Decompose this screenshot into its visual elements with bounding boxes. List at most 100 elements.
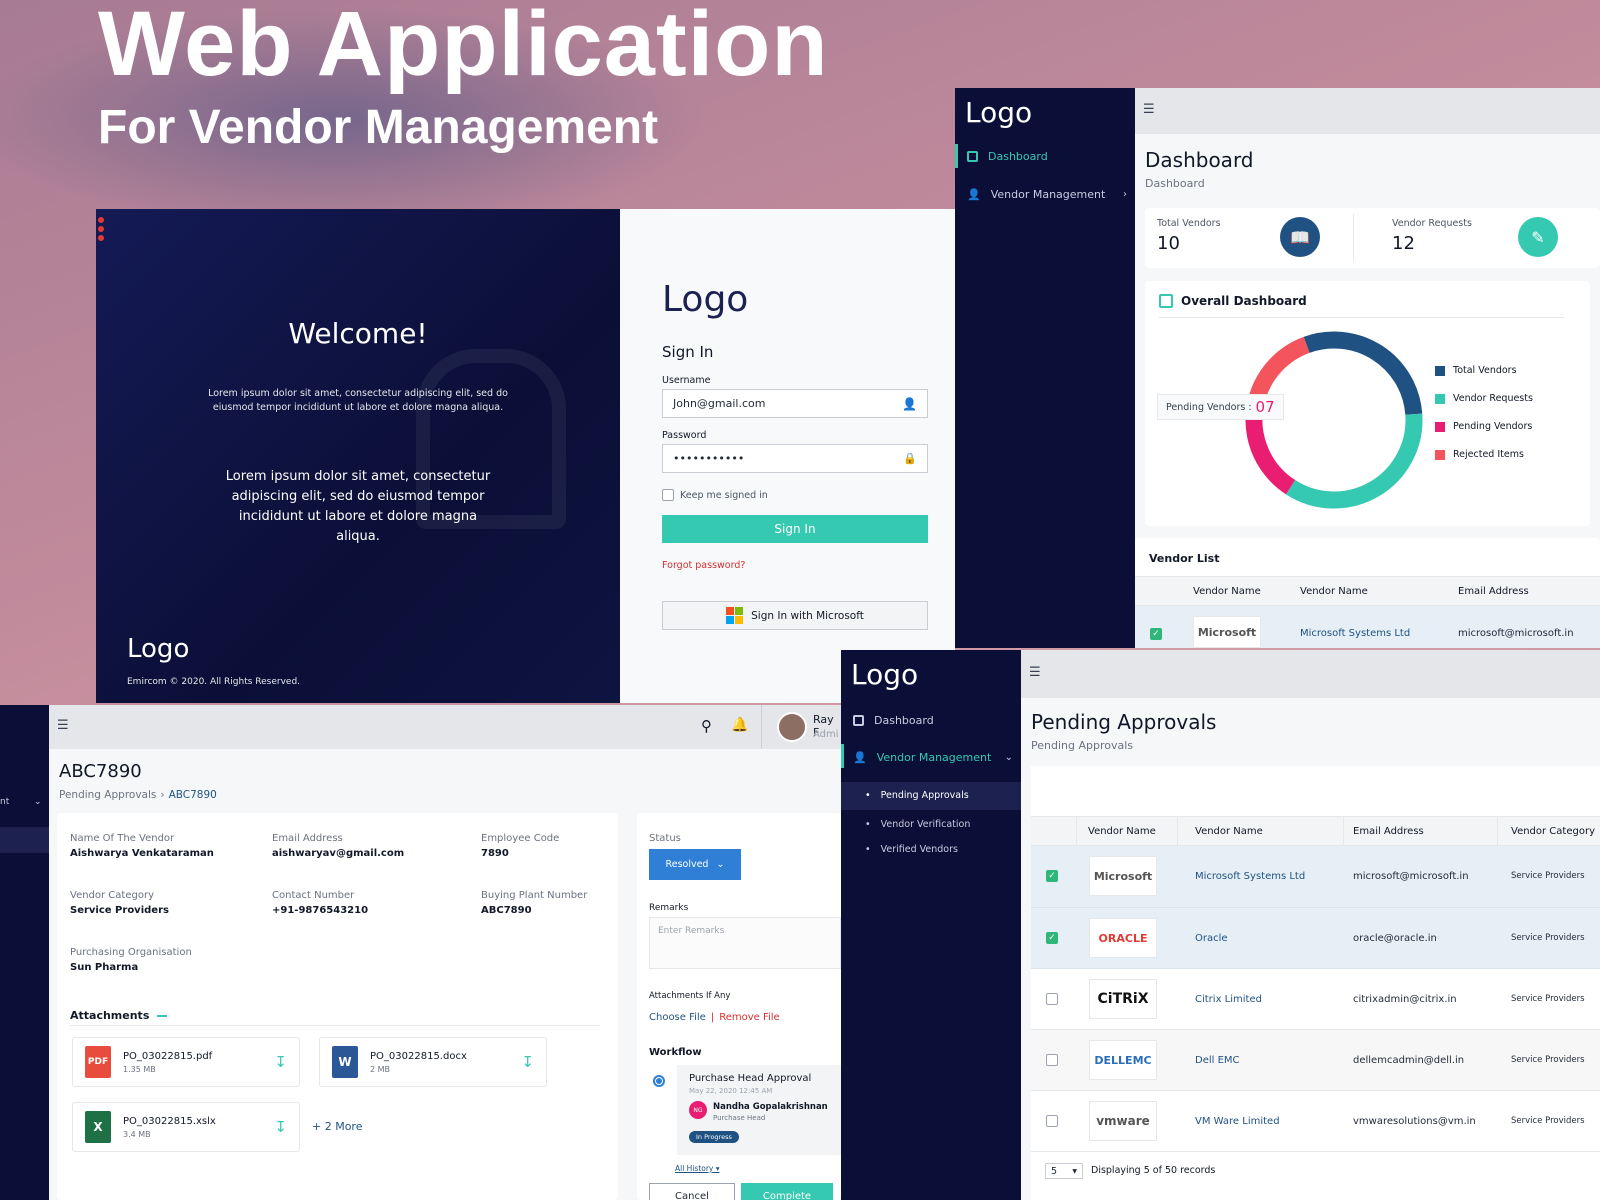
vendor-list-header: Vendor Name Vendor Name Email Address: [1135, 576, 1600, 606]
table-row[interactable]: ✓ ORACLE Oracle oracle@oracle.in Service…: [1031, 908, 1600, 969]
legend-label: Total Vendors: [1453, 365, 1517, 376]
col-divider: [1177, 817, 1178, 847]
field-label: Employee Code: [481, 833, 560, 844]
menu-toggle-icon[interactable]: ☰: [57, 718, 69, 733]
cancel-button[interactable]: Cancel: [649, 1183, 735, 1200]
all-history-link[interactable]: All History ▾: [675, 1164, 720, 1173]
menu-toggle-icon[interactable]: ☰: [1143, 102, 1155, 117]
table-row[interactable]: vmware VM Ware Limited vmwaresolutions@v…: [1031, 1091, 1600, 1152]
dashboard-icon: [853, 715, 864, 726]
row-checkbox[interactable]: ✓: [1046, 932, 1058, 944]
col-email: Email Address: [1458, 586, 1529, 597]
excel-icon: X: [85, 1111, 111, 1143]
row-checkbox[interactable]: [1046, 1115, 1058, 1127]
vendor-email: citrixadmin@citrix.in: [1353, 994, 1457, 1005]
stat-label-total-vendors: Total Vendors: [1157, 218, 1221, 229]
breadcrumb-current: ABC7890: [168, 789, 217, 801]
complete-button[interactable]: Complete: [741, 1183, 833, 1200]
approvals-table-card: Vendor Name Vendor Name Email Address Ve…: [1031, 766, 1600, 1200]
file-size: 2 MB: [370, 1064, 391, 1074]
legend-swatch: [1435, 393, 1445, 404]
download-icon[interactable]: ↧: [521, 1053, 534, 1071]
sidebar-item-vendor-management[interactable]: 👤 Vendor Management ›: [967, 188, 1127, 201]
row-checkbox[interactable]: ✓: [1046, 870, 1058, 882]
vendor-category: Service Providers: [1511, 1116, 1585, 1126]
sidebar-active-row[interactable]: [0, 827, 49, 853]
row-checkbox[interactable]: [1046, 1054, 1058, 1066]
word-icon: W: [332, 1046, 358, 1078]
active-indicator: [955, 144, 958, 168]
search-icon[interactable]: ⚲: [701, 717, 712, 735]
bell-icon[interactable]: 🔔: [731, 717, 748, 733]
download-icon[interactable]: ↧: [274, 1118, 287, 1136]
submenu-pending-approvals[interactable]: • Pending Approvals: [865, 790, 969, 801]
login-logo: Logo: [662, 279, 749, 320]
keep-signed-checkbox[interactable]: [662, 489, 674, 501]
attachment-item[interactable]: W PO_03022815.docx 2 MB ↧: [319, 1037, 547, 1087]
menu-toggle-icon[interactable]: ☰: [1029, 665, 1041, 680]
status-dropdown[interactable]: Resolved ⌄: [649, 849, 741, 880]
attachment-item[interactable]: X PO_03022815.xslx 3.4 MB ↧: [72, 1102, 300, 1152]
active-indicator: [841, 744, 844, 768]
book-icon: 📖: [1280, 217, 1320, 257]
attachments-if-any-label: Attachments If Any: [649, 991, 731, 1001]
table-row[interactable]: CiTRiX Citrix Limited citrixadmin@citrix…: [1031, 969, 1600, 1030]
microsoft-signin-button[interactable]: Sign In with Microsoft: [662, 601, 928, 630]
user-manage-icon: 👤: [853, 751, 867, 764]
vendor-name-link[interactable]: Microsoft Systems Ltd: [1195, 871, 1305, 882]
file-name: PO_03022815.docx: [370, 1050, 467, 1062]
row-checkbox[interactable]: ✓: [1150, 628, 1162, 640]
vendor-email: microsoft@microsoft.in: [1458, 628, 1574, 639]
page-size-select[interactable]: 5 ▼: [1045, 1163, 1083, 1179]
sidebar-item-dashboard[interactable]: Dashboard: [853, 714, 934, 727]
sidebar-label-partial: nt: [0, 797, 10, 807]
row-checkbox[interactable]: [1046, 993, 1058, 1005]
sidebar-label-dashboard: Dashboard: [988, 150, 1048, 163]
table-row[interactable]: ✓ Microsoft Microsoft Systems Ltd micros…: [1031, 846, 1600, 908]
page-title: Dashboard: [1145, 148, 1254, 172]
username-value: John@gmail.com: [673, 397, 766, 410]
attachment-item[interactable]: PDF PO_03022815.pdf 1.35 MB ↧: [72, 1037, 300, 1087]
legend-item: Total Vendors: [1435, 365, 1533, 376]
forgot-password-link[interactable]: Forgot password?: [662, 560, 745, 571]
vendor-name-link[interactable]: VM Ware Limited: [1195, 1116, 1280, 1127]
approvals-sidebar: Logo Dashboard 👤 Vendor Management ⌄ • Pe…: [841, 650, 1021, 1200]
submenu-vendor-verification[interactable]: • Vendor Verification: [865, 819, 970, 830]
remarks-textarea[interactable]: Enter Remarks: [649, 917, 841, 969]
keep-signed-row[interactable]: Keep me signed in: [662, 489, 768, 501]
welcome-body: Lorem ipsum dolor sit amet, consectetur …: [225, 469, 491, 544]
vendor-name-link[interactable]: Oracle: [1195, 933, 1228, 944]
vendor-name-link[interactable]: Microsoft Systems Ltd: [1300, 628, 1410, 639]
table-row[interactable]: ✓ Microsoft Microsoft Systems Ltd micros…: [1135, 606, 1600, 648]
download-icon[interactable]: ↧: [274, 1053, 287, 1071]
remove-file-button[interactable]: Remove File: [719, 1012, 780, 1023]
breadcrumb-parent[interactable]: Pending Approvals: [59, 789, 156, 801]
stat-label-vendor-requests: Vendor Requests: [1392, 218, 1472, 229]
password-input[interactable]: ••••••••••• 🔒: [662, 444, 928, 473]
chevron-right-icon: ›: [1123, 189, 1127, 200]
signin-button[interactable]: Sign In: [662, 515, 928, 543]
col-email: Email Address: [1353, 826, 1424, 837]
vendor-logo: vmware: [1089, 1101, 1157, 1141]
field-value: Sun Pharma: [70, 962, 139, 973]
vendor-email: vmwaresolutions@vm.in: [1353, 1116, 1476, 1127]
field-label: Purchasing Organisation: [70, 947, 192, 958]
vendor-name-link[interactable]: Dell EMC: [1195, 1055, 1240, 1066]
microsoft-signin-label: Sign In with Microsoft: [751, 609, 864, 622]
submenu-label: Vendor Verification: [880, 819, 971, 830]
vendor-name-link[interactable]: Citrix Limited: [1195, 994, 1262, 1005]
submenu-verified-vendors[interactable]: • Verified Vendors: [865, 844, 958, 855]
pending-vendors-value: 07: [1255, 398, 1275, 416]
card-divider: [1159, 317, 1564, 318]
workflow-step-date: May 22, 2020 12:45 AM: [689, 1087, 773, 1095]
table-row[interactable]: DELLEMC Dell EMC dellemcadmin@dell.in Se…: [1031, 1030, 1600, 1091]
sidebar-item-vendor-management[interactable]: 👤 Vendor Management ⌄: [853, 751, 1013, 764]
username-input[interactable]: John@gmail.com 👤: [662, 389, 928, 418]
col-vendor-name: Vendor Name: [1195, 826, 1263, 837]
grid-icon: [1159, 294, 1173, 308]
overall-dashboard-title: Overall Dashboard: [1181, 294, 1307, 308]
sidebar-item-dashboard[interactable]: Dashboard: [967, 150, 1048, 163]
avatar[interactable]: [777, 712, 807, 742]
more-attachments-link[interactable]: + 2 More: [312, 1120, 362, 1133]
choose-file-button[interactable]: Choose File: [649, 1012, 706, 1023]
